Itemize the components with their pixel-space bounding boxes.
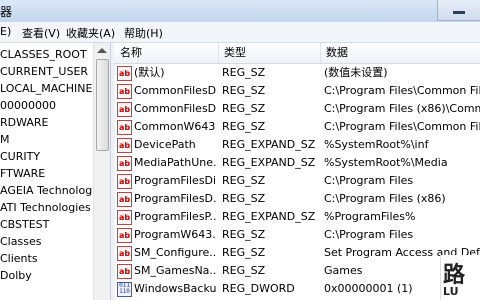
value-name: MediaPathUne... (134, 156, 216, 169)
string-value-icon: ab (117, 84, 132, 99)
minimize-icon (453, 11, 465, 14)
value-name: CommonFilesDir (134, 84, 216, 97)
values-list: ab (默认) REG_SZ (数值未设置) ab CommonFilesDir… (114, 64, 480, 300)
value-data: C:\Program Files\Common Files (324, 84, 480, 97)
tree-item[interactable]: AGEIA Technologies (0, 182, 92, 199)
tree-item[interactable]: CURRENT_USER (0, 63, 88, 80)
tree-item[interactable]: CBSTEST (0, 216, 49, 233)
column-header-type[interactable]: 类型 (218, 43, 321, 63)
menu-bar: E) 查看(V) 收藏夹(A) 帮助(H) (0, 22, 480, 43)
watermark-text: LU (443, 285, 459, 298)
string-value-icon: ab (117, 174, 132, 189)
value-name: WindowsBackup (134, 282, 216, 295)
column-header-data[interactable]: 数据 (320, 43, 480, 63)
string-value-icon: ab (117, 210, 132, 225)
list-item[interactable]: ab MediaPathUne... REG_EXPAND_SZ %System… (114, 154, 480, 172)
tree-item[interactable]: CURITY (0, 148, 40, 165)
tree-item[interactable]: M (0, 131, 10, 148)
value-data: C:\Program Files (x86) (324, 192, 446, 205)
menu-favorites[interactable]: 收藏夹(A) (66, 25, 115, 41)
tree-item[interactable]: LOCAL_MACHINE (0, 80, 92, 97)
tree-item[interactable]: Dolby (0, 267, 32, 284)
value-type: REG_SZ (222, 246, 266, 259)
value-data: C:\Program Files (x86)\Common (324, 102, 480, 115)
list-item[interactable]: ab ProgramW643... REG_SZ C:\Program File… (114, 226, 480, 244)
value-type: REG_SZ (222, 228, 266, 241)
value-name: CommonFilesD... (134, 102, 216, 115)
tree-item[interactable]: RDWARE (0, 114, 49, 131)
value-type: REG_SZ (222, 84, 266, 97)
list-item[interactable]: ab CommonW643... REG_SZ C:\Program Files… (114, 118, 480, 136)
title-bar: 器 (0, 0, 480, 22)
tree-item[interactable]: FTWARE (0, 165, 45, 182)
tree-item[interactable]: CLASSES_ROOT (0, 46, 87, 63)
value-type: REG_SZ (222, 66, 266, 79)
value-name: ProgramFilesP... (134, 210, 216, 223)
string-value-icon: ab (117, 102, 132, 117)
value-type: REG_SZ (222, 102, 266, 115)
binary-value-icon: 011 110 (117, 282, 132, 297)
string-value-icon: ab (117, 246, 132, 261)
value-name: ProgramFilesD... (134, 192, 216, 205)
list-item[interactable]: ab CommonFilesDir REG_SZ C:\Program File… (114, 82, 480, 100)
list-item[interactable]: ab (默认) REG_SZ (数值未设置) (114, 64, 480, 82)
value-data: C:\Program Files (324, 228, 414, 241)
string-value-icon: ab (117, 228, 132, 243)
value-type: REG_EXPAND_SZ (222, 210, 316, 223)
tree-item[interactable]: ATI Technologies (0, 199, 91, 216)
value-name: DevicePath (134, 138, 196, 151)
list-item[interactable]: ab ProgramFilesD... REG_SZ C:\Program Fi… (114, 190, 480, 208)
tree-item[interactable]: Clients (0, 250, 38, 267)
value-type: REG_EXPAND_SZ (222, 138, 316, 151)
list-header: 名称 类型 数据 (114, 43, 480, 64)
value-name: (默认) (134, 66, 165, 79)
value-type: REG_DWORD (222, 282, 295, 295)
list-item[interactable]: ab ProgramFilesDir REG_SZ C:\Program Fil… (114, 172, 480, 190)
value-name: ProgramFilesDir (134, 174, 216, 187)
menu-view[interactable]: 查看(V) (22, 25, 60, 41)
value-data: %SystemRoot%\inf (324, 138, 429, 151)
list-item[interactable]: ab DevicePath REG_EXPAND_SZ %SystemRoot%… (114, 136, 480, 154)
tree-item[interactable]: Classes (0, 233, 41, 250)
value-data: C:\Program Files (324, 174, 414, 187)
menu-help[interactable]: 帮助(H) (124, 25, 163, 41)
scroll-thumb[interactable] (96, 59, 109, 151)
registry-tree: CLASSES_ROOT CURRENT_USER LOCAL_MACHINE … (0, 43, 92, 300)
string-value-icon: ab (117, 120, 132, 135)
value-type: REG_SZ (222, 120, 266, 133)
value-name: CommonW643... (134, 120, 216, 133)
list-item[interactable]: ab CommonFilesD... REG_SZ C:\Program Fil… (114, 100, 480, 118)
value-type: REG_EXPAND_SZ (222, 156, 316, 169)
minimize-button[interactable] (437, 0, 480, 21)
value-name: ProgramW643... (134, 228, 216, 241)
string-value-icon: ab (117, 66, 132, 81)
string-value-icon: ab (117, 138, 132, 153)
tree-scrollbar[interactable] (93, 43, 110, 300)
value-name: SM_GamesNa... (134, 264, 216, 277)
value-data: %ProgramFiles% (324, 210, 416, 223)
value-type: REG_SZ (222, 192, 266, 205)
watermark-logo: 路 LU (440, 255, 480, 300)
list-item[interactable]: ab SM_Configure... REG_SZ Set Program Ac… (114, 244, 480, 262)
menu-edit[interactable]: E) (0, 25, 11, 38)
string-value-icon: ab (117, 156, 132, 171)
string-value-icon: ab (117, 192, 132, 207)
tree-item[interactable]: 00000000 (0, 97, 56, 114)
value-type: REG_SZ (222, 264, 266, 277)
column-header-name[interactable]: 名称 (114, 43, 219, 63)
window-title: 器 (0, 5, 13, 19)
list-item[interactable]: 011 110 WindowsBackup REG_DWORD 0x0000000… (114, 280, 480, 298)
value-type: REG_SZ (222, 174, 266, 187)
value-name: SM_Configure... (134, 246, 216, 259)
value-data: %SystemRoot%\Media (324, 156, 448, 169)
value-data: (数值未设置) (324, 66, 388, 79)
list-item[interactable]: ab ProgramFilesP... REG_EXPAND_SZ %Progr… (114, 208, 480, 226)
value-data: C:\Program Files\Common Files (324, 120, 480, 133)
string-value-icon: ab (117, 264, 132, 279)
list-item[interactable]: ab SM_GamesNa... REG_SZ Games (114, 262, 480, 280)
scroll-up-icon[interactable] (97, 48, 107, 53)
